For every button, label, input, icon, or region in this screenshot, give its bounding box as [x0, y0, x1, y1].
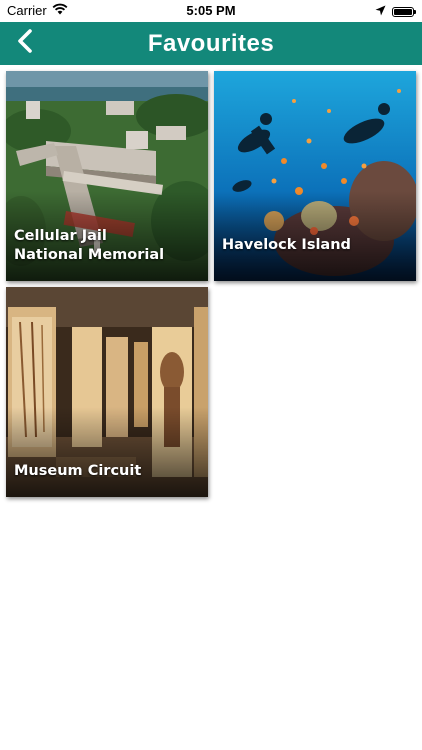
favourites-screen: Carrier 5:05 PM Favourites Cellular Jail… — [0, 0, 422, 750]
page-title: Favourites — [147, 30, 275, 57]
battery-icon — [392, 6, 416, 17]
favourite-title-line1: Havelock Island — [222, 237, 351, 253]
favourite-title-line1: Cellular Jail — [14, 228, 107, 244]
favourite-card-museum-circuit[interactable]: Museum Circuit — [6, 287, 208, 497]
favourite-card-cellular-jail[interactable]: Cellular Jail National Memorial — [6, 71, 208, 281]
favourite-title: Cellular Jail National Memorial — [14, 227, 202, 265]
favourite-card-havelock-island[interactable]: Havelock Island — [214, 71, 416, 281]
favourite-title-line2: National Memorial — [14, 247, 165, 263]
nav-bar: Favourites — [0, 22, 422, 65]
status-bar: Carrier 5:05 PM — [0, 0, 422, 22]
favourite-title: Havelock Island — [222, 236, 410, 255]
card-gradient — [6, 407, 208, 497]
favourite-title: Museum Circuit — [14, 462, 202, 481]
location-arrow-icon — [375, 4, 386, 19]
favourite-title-line1: Museum Circuit — [14, 463, 142, 479]
status-time: 5:05 PM — [186, 3, 236, 18]
battery-level — [394, 8, 412, 15]
status-right — [375, 4, 416, 19]
